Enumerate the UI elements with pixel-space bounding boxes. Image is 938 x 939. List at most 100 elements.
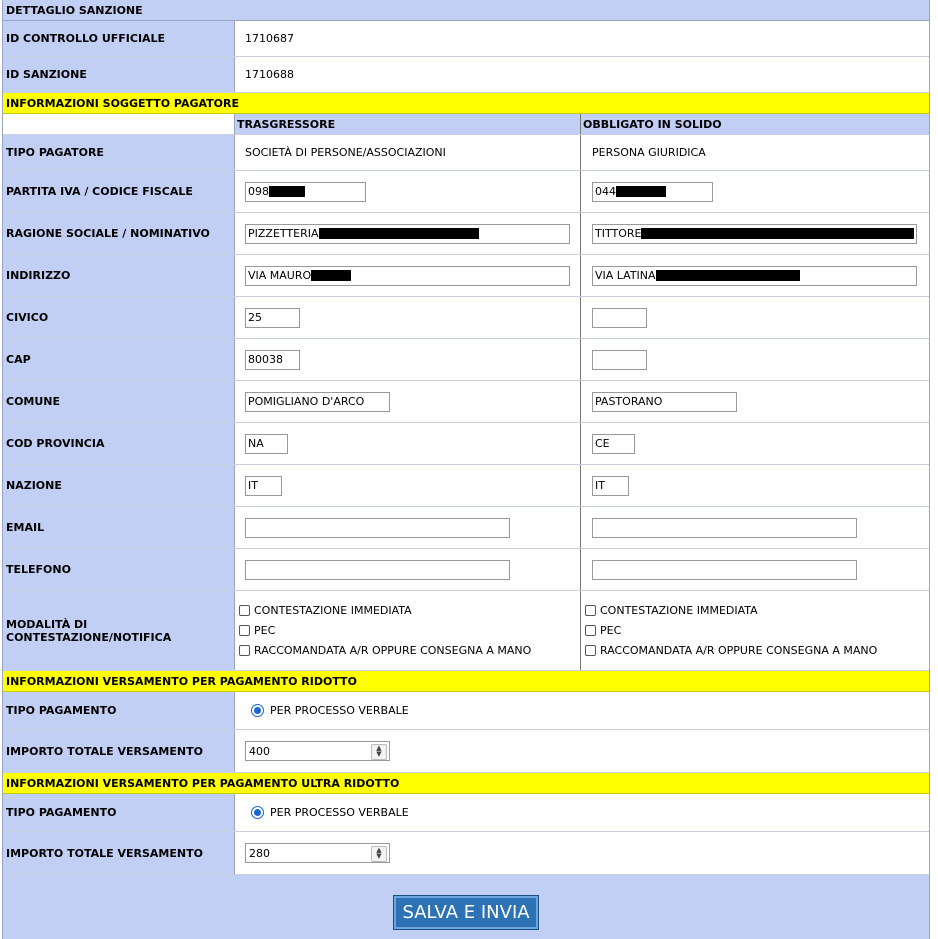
checkbox-label: RACCOMANDATA A/R OPPURE CONSEGNA A MANO (600, 644, 878, 657)
tipo-trasgressore: SOCIETÀ DI PERSONE/ASSOCIAZIONI (235, 135, 581, 170)
checkbox-raccomandata-obbligato[interactable]: RACCOMANDATA A/R OPPURE CONSEGNA A MANO (585, 641, 877, 661)
piva-trasgressore-field[interactable]: 098 (245, 181, 366, 202)
col-header-trasgressore: TRASGRESSORE (235, 114, 581, 134)
radio-label: PER PROCESSO VERBALE (270, 704, 409, 717)
checkbox-box[interactable] (585, 645, 596, 656)
label: COMUNE (3, 381, 235, 422)
radio-per-processo-verbale[interactable] (251, 704, 264, 717)
checkbox-box[interactable] (239, 625, 250, 636)
label: ID SANZIONE (3, 57, 235, 92)
field-value: VIA MAURO (248, 269, 312, 282)
label: CAP (3, 339, 235, 380)
spinner-icon[interactable]: ▲ ▼ (371, 846, 387, 862)
nazione-trasgressore-input[interactable] (245, 475, 282, 496)
section-header-ultra-ridotto: INFORMAZIONI VERSAMENTO PER PAGAMENTO UL… (3, 773, 929, 794)
label: TELEFONO (3, 549, 235, 590)
checkbox-label: CONTESTAZIONE IMMEDIATA (254, 604, 412, 617)
checkbox-raccomandata-trasgressore[interactable]: RACCOMANDATA A/R OPPURE CONSEGNA A MANO (239, 641, 531, 661)
field-value: 044 (595, 185, 616, 198)
importo-ultra-input[interactable]: 280 ▲ ▼ (245, 843, 390, 863)
tipo-obbligato: PERSONA GIURIDICA (592, 146, 706, 159)
section-header-pagatore: INFORMAZIONI SOGGETTO PAGATORE (3, 93, 929, 114)
field-value: TITTORE (595, 227, 642, 240)
salva-e-invia-button[interactable]: SALVA E INVIA (394, 896, 538, 929)
label: INDIRIZZO (3, 255, 235, 296)
cap-obbligato-input[interactable] (592, 349, 647, 370)
redaction (311, 270, 352, 281)
row-tipo-pagamento-ultra: TIPO PAGAMENTO PER PROCESSO VERBALE (3, 794, 929, 832)
row-id-sanzione: ID SANZIONE 1710688 (3, 57, 929, 93)
id-controllo-value: 1710687 (245, 32, 294, 45)
provincia-trasgressore-input[interactable] (245, 433, 288, 454)
checkbox-box[interactable] (239, 645, 250, 656)
checkbox-label: PEC (600, 624, 622, 637)
civico-trasgressore-input[interactable] (245, 307, 300, 328)
row-modalita: MODALITÀ DI CONTESTAZIONE/NOTIFICA CONTE… (3, 591, 929, 671)
checkbox-contestazione-trasgressore[interactable]: CONTESTAZIONE IMMEDIATA (239, 601, 412, 621)
label: ID CONTROLLO UFFICIALE (3, 21, 235, 56)
spinner-icon[interactable]: ▲ ▼ (371, 744, 387, 760)
label: EMAIL (3, 507, 235, 548)
checkbox-pec-trasgressore[interactable]: PEC (239, 621, 275, 641)
field-value: 280 (249, 846, 270, 860)
section-title: INFORMAZIONI VERSAMENTO PER PAGAMENTO UL… (6, 776, 400, 790)
id-sanzione-value: 1710688 (245, 68, 294, 81)
label: RAGIONE SOCIALE / NOMINATIVO (3, 213, 235, 254)
telefono-trasgressore-input[interactable] (245, 559, 510, 580)
label: TIPO PAGATORE (3, 135, 235, 170)
label: TIPO PAGAMENTO (3, 692, 235, 729)
checkbox-box[interactable] (585, 625, 596, 636)
piva-obbligato-field[interactable]: 044 (592, 181, 713, 202)
email-obbligato-input[interactable] (592, 517, 857, 538)
redaction (616, 186, 666, 197)
checkbox-box[interactable] (239, 605, 250, 616)
row-tipo-pagatore: TIPO PAGATORE SOCIETÀ DI PERSONE/ASSOCIA… (3, 135, 929, 171)
row-importo-ultra: IMPORTO TOTALE VERSAMENTO 280 ▲ ▼ (3, 832, 929, 875)
row-comune: COMUNE (3, 381, 929, 423)
section-title: INFORMAZIONI VERSAMENTO PER PAGAMENTO RI… (6, 674, 357, 688)
nazione-obbligato-input[interactable] (592, 475, 629, 496)
civico-obbligato-input[interactable] (592, 307, 647, 328)
label: NAZIONE (3, 465, 235, 506)
email-trasgressore-input[interactable] (245, 517, 510, 538)
provincia-obbligato-input[interactable] (592, 433, 635, 454)
label: IMPORTO TOTALE VERSAMENTO (3, 832, 235, 874)
indirizzo-obbligato-field[interactable]: VIA LATINA (592, 265, 917, 286)
section-header-dettaglio: DETTAGLIO SANZIONE (3, 0, 929, 21)
field-value: VIA LATINA (595, 269, 656, 282)
section-title: DETTAGLIO SANZIONE (6, 3, 143, 17)
comune-trasgressore-input[interactable] (245, 391, 390, 412)
row-email: EMAIL (3, 507, 929, 549)
checkbox-label: RACCOMANDATA A/R OPPURE CONSEGNA A MANO (254, 644, 532, 657)
row-cap: CAP (3, 339, 929, 381)
checkbox-label: CONTESTAZIONE IMMEDIATA (600, 604, 758, 617)
row-nazione: NAZIONE (3, 465, 929, 507)
form-footer: SALVA E INVIA (3, 875, 929, 939)
radio-per-processo-verbale[interactable] (251, 806, 264, 819)
field-value: 400 (249, 744, 270, 758)
checkbox-box[interactable] (585, 605, 596, 616)
redaction (269, 186, 305, 197)
section-title: INFORMAZIONI SOGGETTO PAGATORE (6, 96, 240, 110)
radio-label: PER PROCESSO VERBALE (270, 806, 409, 819)
sanzione-form: DETTAGLIO SANZIONE ID CONTROLLO UFFICIAL… (2, 0, 930, 939)
checkbox-contestazione-obbligato[interactable]: CONTESTAZIONE IMMEDIATA (585, 601, 758, 621)
row-importo-ridotto: IMPORTO TOTALE VERSAMENTO 400 ▲ ▼ (3, 730, 929, 773)
field-value: 098 (248, 185, 269, 198)
row-indirizzo: INDIRIZZO VIA MAURO VIA LATINA (3, 255, 929, 297)
row-tipo-pagamento-ridotto: TIPO PAGAMENTO PER PROCESSO VERBALE (3, 692, 929, 730)
telefono-obbligato-input[interactable] (592, 559, 857, 580)
row-civico: CIVICO (3, 297, 929, 339)
row-telefono: TELEFONO (3, 549, 929, 591)
field-value: PIZZETTERIA (248, 227, 319, 240)
blank-header-cell (3, 114, 235, 134)
indirizzo-trasgressore-field[interactable]: VIA MAURO (245, 265, 570, 286)
label: PARTITA IVA / CODICE FISCALE (3, 171, 235, 212)
cap-trasgressore-input[interactable] (245, 349, 300, 370)
checkbox-pec-obbligato[interactable]: PEC (585, 621, 621, 641)
label: COD PROVINCIA (3, 423, 235, 464)
ragione-obbligato-field[interactable]: TITTORE (592, 223, 917, 244)
comune-obbligato-input[interactable] (592, 391, 737, 412)
importo-ridotto-input[interactable]: 400 ▲ ▼ (245, 741, 390, 761)
ragione-trasgressore-field[interactable]: PIZZETTERIA (245, 223, 570, 244)
